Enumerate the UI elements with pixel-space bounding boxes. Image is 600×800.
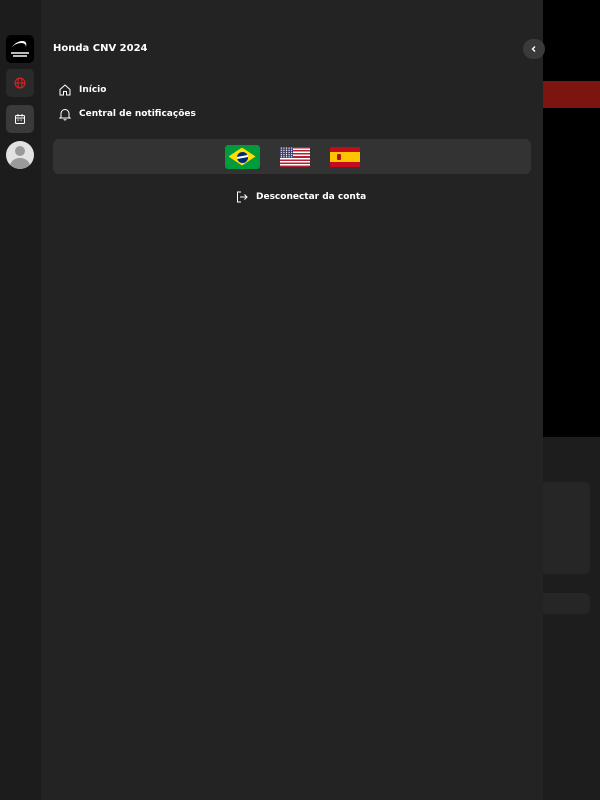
background-red-banner <box>543 81 600 108</box>
flag-brazil-icon[interactable] <box>224 144 260 169</box>
calendar-icon <box>15 114 25 124</box>
flag-usa-icon[interactable] <box>279 146 310 167</box>
background-pill <box>543 593 590 614</box>
nav-item-label: Central de notificações <box>79 109 196 119</box>
rail-calendar-button[interactable] <box>6 105 34 133</box>
drawer-title: Honda CNV 2024 <box>53 43 148 54</box>
background-card <box>543 482 590 574</box>
language-selector <box>53 139 531 174</box>
rail-globe-button[interactable] <box>6 69 34 97</box>
flag-spain-icon[interactable] <box>329 146 360 167</box>
chevron-left-icon <box>531 46 536 52</box>
bell-icon <box>58 109 72 121</box>
avatar-icon[interactable] <box>6 141 34 169</box>
honda-logo-icon[interactable] <box>6 35 34 63</box>
logout-label: Desconectar da conta <box>256 192 367 202</box>
navigation-drawer: Honda CNV 2024 Início Central de notific… <box>41 0 545 800</box>
home-icon <box>59 84 71 96</box>
globe-icon <box>14 77 26 89</box>
side-rail <box>0 0 41 800</box>
collapse-drawer-button[interactable] <box>523 39 545 59</box>
logout-icon <box>237 191 248 203</box>
nav-item-label: Início <box>79 85 107 95</box>
nav-item-inicio[interactable]: Início <box>58 83 106 97</box>
logout-button[interactable]: Desconectar da conta <box>235 190 366 204</box>
nav-item-notifications[interactable]: Central de notificações <box>58 107 196 121</box>
